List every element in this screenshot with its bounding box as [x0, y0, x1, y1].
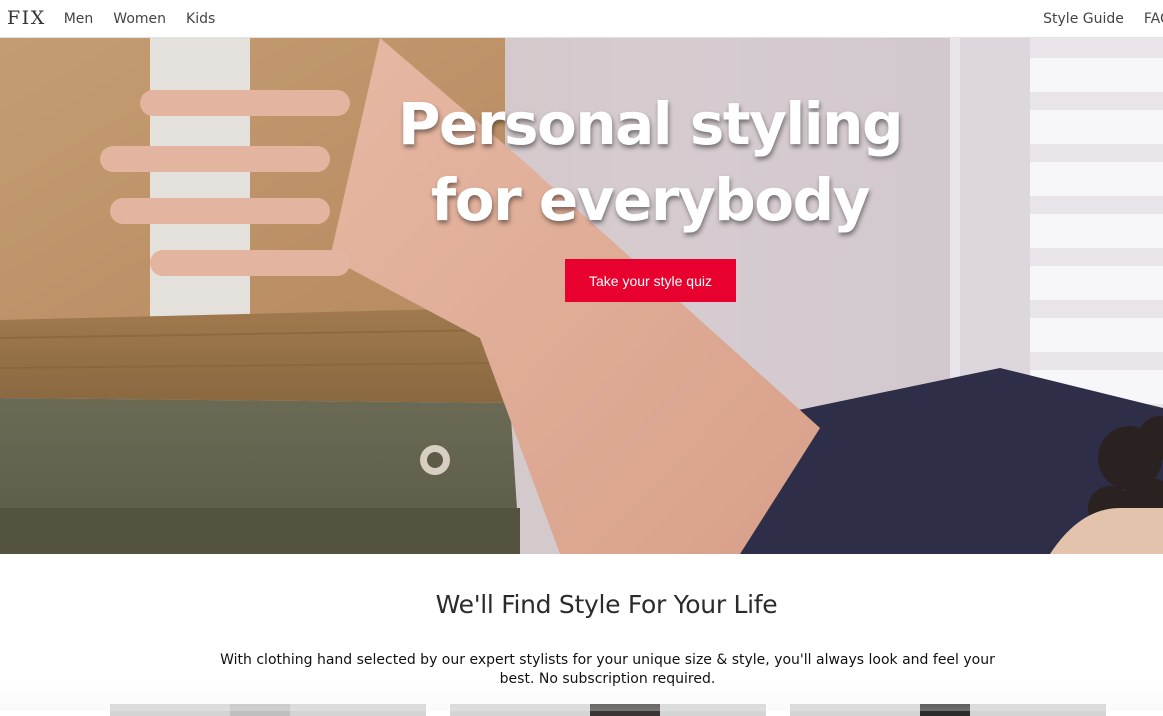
style-card-3[interactable] [790, 704, 1106, 716]
nav-link-kids[interactable]: Kids [186, 11, 215, 27]
hero-banner: Personal styling for everybody Take your… [0, 38, 1163, 554]
nav-link-men[interactable]: Men [64, 11, 94, 27]
card-image-2 [590, 704, 660, 716]
nav-link-women[interactable]: Women [113, 11, 166, 27]
style-quiz-button[interactable]: Take your style quiz [565, 259, 736, 302]
style-card-2[interactable] [450, 704, 766, 716]
hero-title: Personal styling for everybody [398, 90, 903, 234]
style-card-1[interactable] [110, 704, 426, 716]
nav-link-style-guide[interactable]: Style Guide [1043, 11, 1124, 27]
section-title: We'll Find Style For Your Life [435, 590, 778, 619]
card-image-1 [230, 704, 290, 716]
section-description: With clothing hand selected by our exper… [220, 652, 995, 687]
nav-link-faq[interactable]: FAQ [1144, 11, 1163, 27]
top-nav: FIX Men Women Kids Style Guide FAQ [0, 0, 1163, 38]
card-image-3 [920, 704, 970, 716]
nav-right: Style Guide FAQ [1023, 11, 1163, 27]
nav-left: Men Women Kids [64, 11, 236, 27]
fix-logo[interactable]: FIX [7, 9, 46, 28]
